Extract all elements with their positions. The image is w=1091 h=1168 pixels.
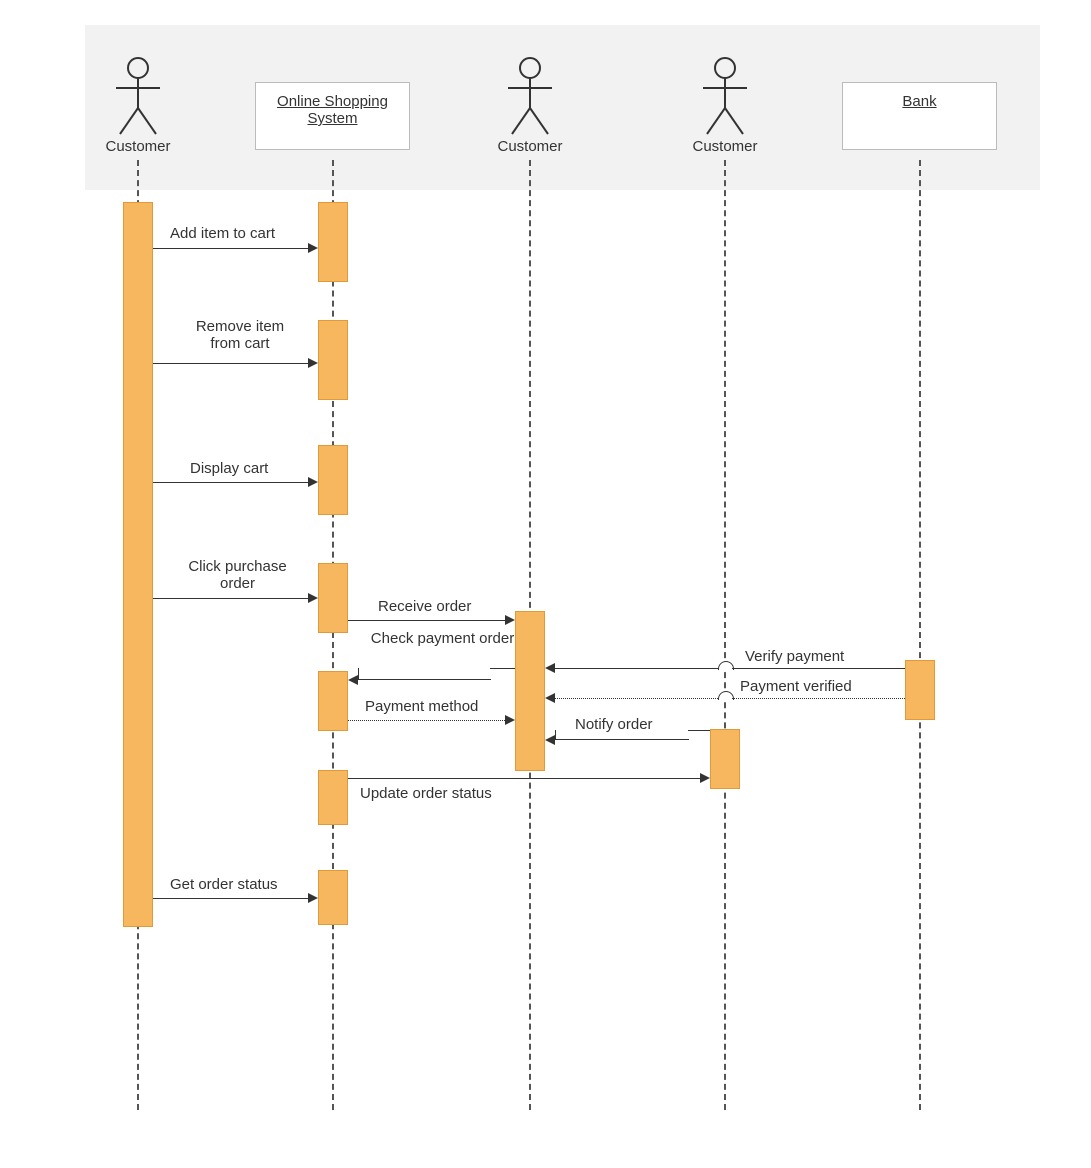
activation-bar (905, 660, 935, 720)
message-arrow (490, 668, 515, 669)
arrowhead-icon (308, 358, 318, 368)
message-arrow (153, 248, 308, 249)
message-arrow (555, 668, 718, 669)
sequence-diagram: Customer Online Shopping System Customer… (0, 0, 1091, 1168)
arrowhead-icon (348, 675, 358, 685)
activation-bar (515, 611, 545, 771)
participant-label: Customer (98, 138, 178, 155)
arrowhead-icon (700, 773, 710, 783)
message-arrow (153, 898, 308, 899)
message-label: Add item to cart (170, 225, 275, 242)
participant-box: Online Shopping System (255, 82, 410, 150)
arrowhead-icon (308, 893, 318, 903)
message-label: Verify payment (745, 648, 844, 665)
message-arrow (348, 720, 505, 721)
arrowhead-icon (505, 715, 515, 725)
message-label: Update order status (360, 785, 492, 802)
arrowhead-icon (545, 663, 555, 673)
message-arrow (732, 668, 905, 669)
message-arrow (688, 730, 710, 731)
arrowhead-icon (505, 615, 515, 625)
message-label: Click purchase order (180, 558, 295, 592)
activation-bar (318, 320, 348, 400)
message-arrow (153, 482, 308, 483)
activation-bar (318, 445, 348, 515)
activation-bar (710, 729, 740, 789)
participant-label: Customer (490, 138, 570, 155)
actor-icon (110, 56, 166, 136)
arrowhead-icon (308, 243, 318, 253)
message-label: Receive order (378, 598, 471, 615)
participant-label: Online Shopping System (277, 93, 388, 127)
lifeline (332, 160, 334, 1110)
activation-bar (318, 202, 348, 282)
message-arrow (153, 598, 308, 599)
message-arrow (348, 620, 505, 621)
message-label: Payment verified (740, 678, 852, 695)
arrowhead-icon (545, 693, 555, 703)
message-arrow (555, 698, 718, 699)
participant-box: Bank (842, 82, 997, 150)
activation-bar (318, 870, 348, 925)
message-step (555, 730, 689, 740)
message-label: Payment method (365, 698, 478, 715)
message-arrow (732, 698, 905, 699)
actor-icon (697, 56, 753, 136)
participant-label: Customer (685, 138, 765, 155)
activation-bar (318, 770, 348, 825)
message-label: Get order status (170, 876, 278, 893)
activation-bar (318, 563, 348, 633)
message-label: Display cart (190, 460, 268, 477)
message-arrow (153, 363, 308, 364)
message-arrow (348, 778, 700, 779)
message-step (358, 668, 491, 680)
arrowhead-icon (545, 735, 555, 745)
arrowhead-icon (308, 593, 318, 603)
lifeline (724, 160, 726, 1110)
message-label: Remove item from cart (180, 318, 300, 352)
message-label: Check payment order (370, 630, 515, 647)
lifeline (919, 160, 921, 1110)
actor-icon (502, 56, 558, 136)
arrowhead-icon (308, 477, 318, 487)
activation-bar (123, 202, 153, 927)
participant-label: Bank (902, 93, 936, 110)
activation-bar (318, 671, 348, 731)
